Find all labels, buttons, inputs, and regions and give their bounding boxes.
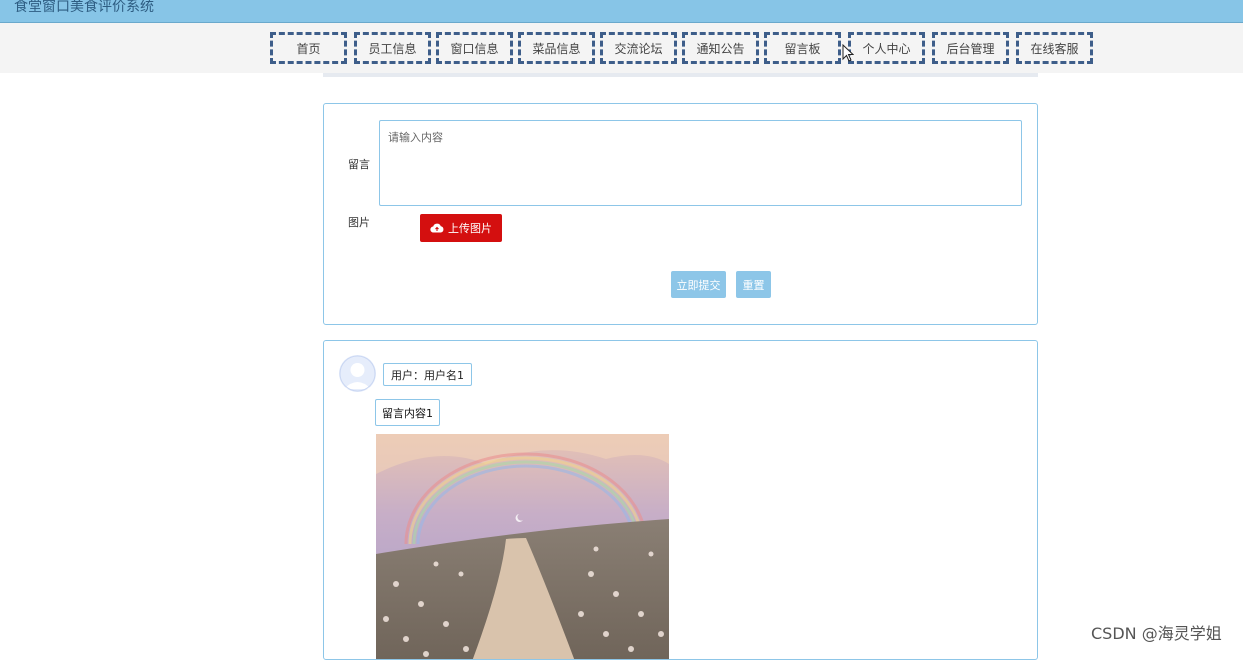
avatar	[339, 355, 376, 392]
nav-item-notice[interactable]: 通知公告	[682, 32, 759, 64]
mouse-cursor-icon	[842, 44, 854, 62]
image-label: 图片	[348, 216, 370, 229]
top-header-bar: 食堂窗口美食评价系统	[0, 0, 1243, 23]
message-input[interactable]	[379, 120, 1022, 206]
nav-item-staff[interactable]: 员工信息	[354, 32, 431, 64]
message-form: 留言 图片 上传图片 立即提交 重置	[323, 103, 1038, 325]
comment-user-tag: 用户：用户名1	[383, 363, 472, 386]
upload-image-button[interactable]: 上传图片	[420, 214, 502, 242]
nav-item-window[interactable]: 窗口信息	[436, 32, 513, 64]
nav-item-home[interactable]: 首页	[270, 32, 347, 64]
site-title: 食堂窗口美食评价系统	[14, 0, 154, 15]
user-avatar-icon	[339, 355, 376, 392]
nav-item-forum[interactable]: 交流论坛	[600, 32, 677, 64]
comment-card: 用户：用户名1 留言内容1	[323, 340, 1038, 660]
divider-strip	[323, 73, 1038, 77]
submit-button[interactable]: 立即提交	[671, 271, 726, 298]
nav-item-messages[interactable]: 留言板	[764, 32, 841, 64]
cloud-upload-icon	[430, 223, 444, 233]
nav-item-admin[interactable]: 后台管理	[932, 32, 1009, 64]
nav-item-dishes[interactable]: 菜品信息	[518, 32, 595, 64]
reset-button[interactable]: 重置	[736, 271, 771, 298]
comment-image[interactable]	[376, 434, 669, 660]
nav-item-service[interactable]: 在线客服	[1016, 32, 1093, 64]
nav-item-profile[interactable]: 个人中心	[848, 32, 925, 64]
main-nav: 首页 员工信息 窗口信息 菜品信息 交流论坛 通知公告 留言板 个人中心 后台管…	[0, 23, 1243, 73]
message-label: 留言	[348, 158, 370, 171]
comment-content-tag: 留言内容1	[375, 399, 440, 426]
upload-button-label: 上传图片	[448, 223, 492, 235]
csdn-watermark: CSDN @海灵学姐	[1091, 624, 1222, 643]
